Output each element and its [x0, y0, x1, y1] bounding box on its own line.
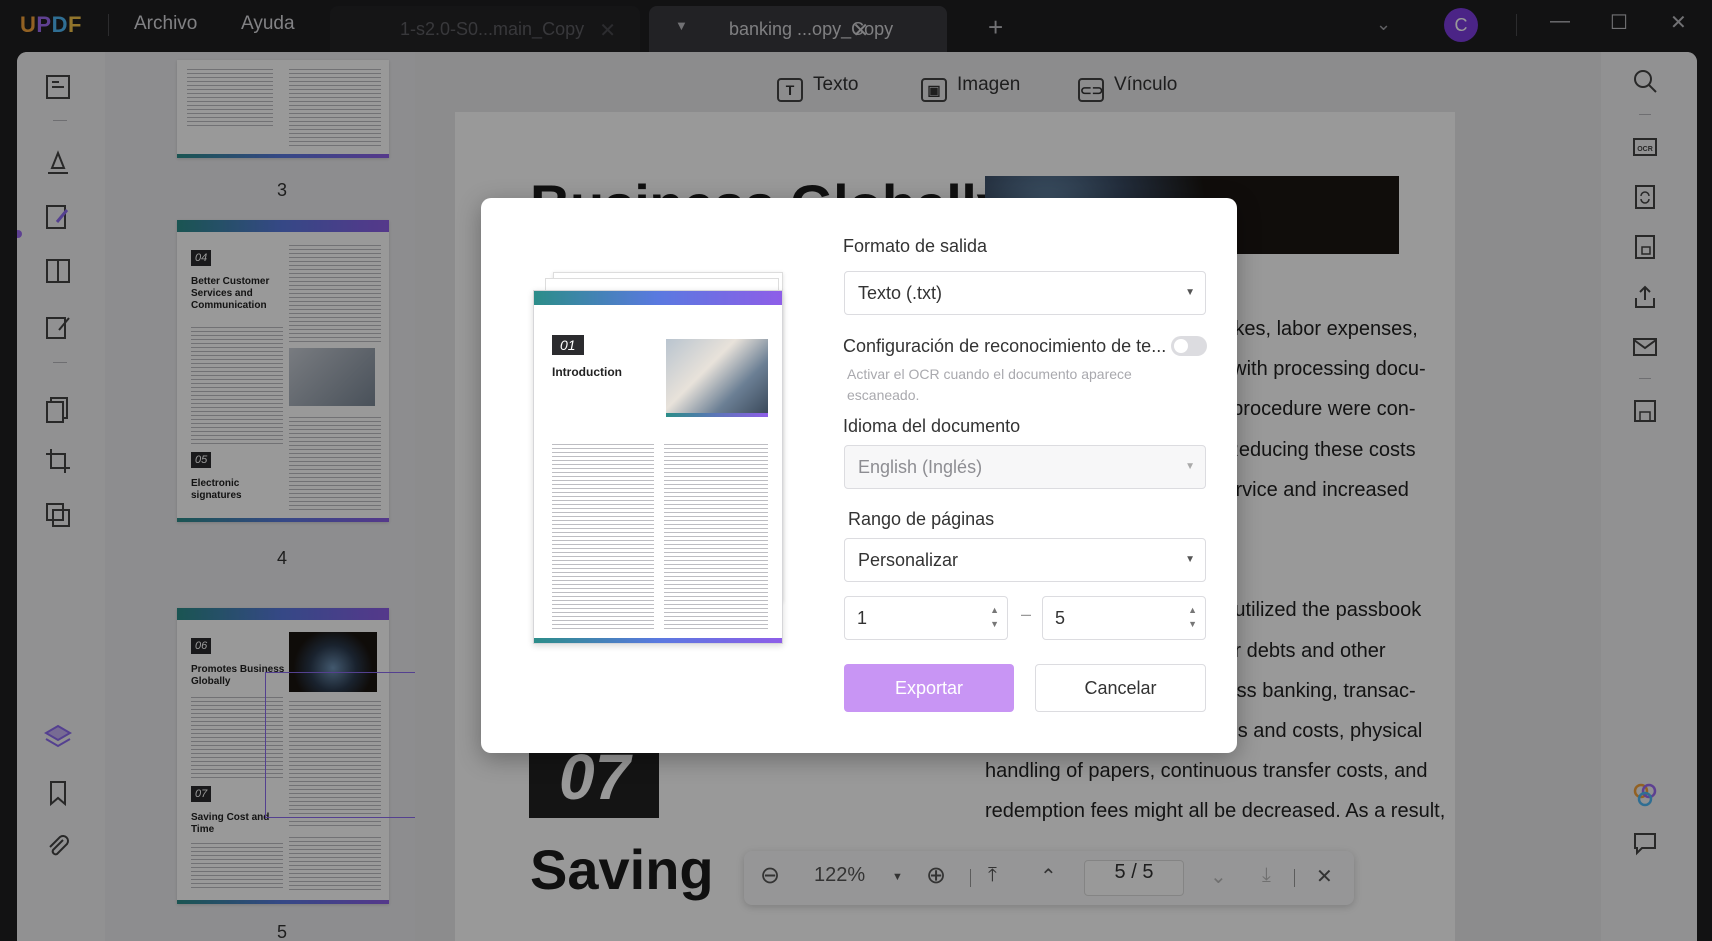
- stepper-arrows-icon[interactable]: ▲ ▼: [990, 603, 999, 631]
- language-label: Idioma del documento: [843, 416, 1021, 436]
- cancel-button[interactable]: Cancelar: [1035, 664, 1206, 712]
- page-footer-bar: [534, 638, 782, 643]
- format-value: Texto (.txt): [858, 283, 943, 303]
- range-to-value: 5: [1055, 608, 1066, 628]
- preview-section-number: 01: [552, 335, 584, 355]
- chevron-down-icon: ▼: [1185, 461, 1195, 472]
- chevron-down-icon: ▼: [1185, 287, 1195, 298]
- range-from-value: 1: [857, 608, 868, 628]
- preview-section-title: Introduction: [552, 365, 622, 379]
- chevron-down-icon: ▼: [1185, 554, 1195, 565]
- language-value: English (Inglés): [858, 457, 983, 477]
- ocr-hint: Activar el OCR cuando el documento apare…: [847, 366, 1132, 403]
- export-preview: 01 Introduction: [533, 290, 783, 644]
- export-dialog: 01 Introduction Formato de salida Texto …: [481, 198, 1237, 753]
- format-label: Formato de salida: [843, 236, 988, 256]
- page-range-select[interactable]: Personalizar ▼: [844, 538, 1206, 582]
- ocr-label: Configuración de reconocimiento de te...: [843, 336, 1167, 356]
- page-header-bar: [534, 291, 782, 305]
- preview-photo: [666, 339, 768, 417]
- toggle-knob: [1174, 339, 1188, 353]
- text-lines: [552, 441, 654, 631]
- range-dash: –: [1021, 604, 1032, 624]
- range-to-input[interactable]: 5 ▲ ▼: [1042, 596, 1206, 640]
- range-from-input[interactable]: 1 ▲ ▼: [844, 596, 1008, 640]
- language-select[interactable]: English (Inglés) ▼: [844, 445, 1206, 489]
- page-range-value: Personalizar: [858, 550, 959, 570]
- text-lines: [664, 441, 768, 631]
- page-range-label: Rango de páginas: [848, 509, 995, 529]
- stepper-arrows-icon[interactable]: ▲ ▼: [1188, 603, 1197, 631]
- ocr-toggle[interactable]: [1171, 336, 1207, 356]
- export-button[interactable]: Exportar: [844, 664, 1014, 712]
- format-select[interactable]: Texto (.txt) ▼: [844, 271, 1206, 315]
